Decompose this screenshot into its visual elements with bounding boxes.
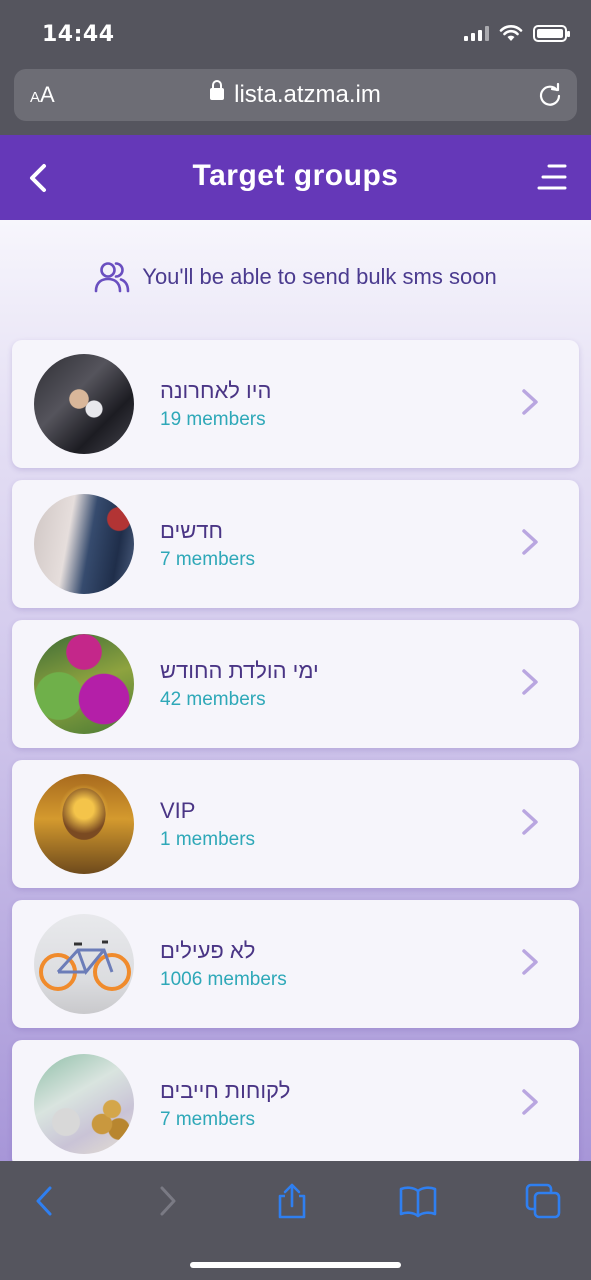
bulk-sms-notice: You'll be able to send bulk sms soon	[0, 260, 591, 294]
users-icon	[94, 262, 130, 293]
chevron-right-icon	[522, 949, 538, 975]
heart-hands-image	[34, 774, 134, 874]
status-time: 14:44	[42, 22, 115, 47]
lock-icon	[210, 79, 225, 100]
app-header: Target groups	[0, 135, 591, 220]
wifi-icon	[499, 25, 523, 41]
group-card[interactable]: חדשים 7 members	[12, 480, 579, 608]
page-title: Target groups	[192, 159, 399, 192]
group-card[interactable]: ימי הולדת החודש 42 members	[12, 620, 579, 748]
safari-toolbar	[0, 1161, 591, 1280]
browser-back-icon[interactable]	[24, 1183, 64, 1219]
handshake-image	[34, 354, 134, 454]
browser-forward-icon[interactable]	[148, 1183, 188, 1219]
chevron-right-icon	[522, 669, 538, 695]
group-name: VIP	[160, 798, 196, 823]
bookmarks-icon[interactable]	[398, 1183, 438, 1219]
notice-text: You'll be able to send bulk sms soon	[142, 264, 497, 289]
tailor-mannequin-image	[34, 494, 134, 594]
group-member-count: 19 members	[160, 409, 266, 430]
group-member-count: 1 members	[160, 829, 256, 850]
balloons-image	[34, 634, 134, 734]
status-icons	[464, 24, 570, 42]
group-name: לא פעילים	[160, 938, 256, 963]
group-name: לקוחות חייבים	[160, 1078, 291, 1103]
group-member-count: 1006 members	[160, 969, 287, 990]
group-card[interactable]: לא פעילים 1006 members	[12, 900, 579, 1028]
group-member-count: 7 members	[160, 1109, 256, 1130]
bicycle-image	[34, 914, 134, 1014]
group-card[interactable]: היו לאחרונה 19 members	[12, 340, 579, 468]
group-name: היו לאחרונה	[160, 378, 272, 403]
main-content[interactable]: You'll be able to send bulk sms soon היו…	[0, 220, 591, 1161]
chevron-right-icon	[522, 1089, 538, 1115]
group-card[interactable]: לקוחות חייבים 7 members	[12, 1040, 579, 1161]
menu-icon[interactable]	[537, 163, 567, 191]
group-name: ימי הולדת החודש	[160, 658, 319, 683]
group-card[interactable]: VIP 1 members	[12, 760, 579, 888]
coins-money-image	[34, 1054, 134, 1154]
home-indicator	[190, 1262, 401, 1268]
chevron-right-icon	[522, 389, 538, 415]
signal-icon	[464, 25, 489, 41]
browser-chrome: AA lista.atzma.im	[0, 66, 591, 135]
share-icon[interactable]	[272, 1183, 312, 1219]
group-name: חדשים	[160, 518, 223, 543]
tabs-icon[interactable]	[524, 1183, 564, 1219]
reload-icon[interactable]	[537, 82, 563, 108]
battery-icon	[533, 24, 570, 42]
group-member-count: 7 members	[160, 549, 256, 570]
group-member-count: 42 members	[160, 689, 266, 710]
status-bar: 14:44	[0, 0, 591, 66]
chevron-right-icon	[522, 529, 538, 555]
chevron-right-icon	[522, 809, 538, 835]
url-bar[interactable]: AA lista.atzma.im	[14, 69, 577, 121]
url-display[interactable]: lista.atzma.im	[14, 79, 577, 109]
url-text: lista.atzma.im	[234, 81, 381, 108]
